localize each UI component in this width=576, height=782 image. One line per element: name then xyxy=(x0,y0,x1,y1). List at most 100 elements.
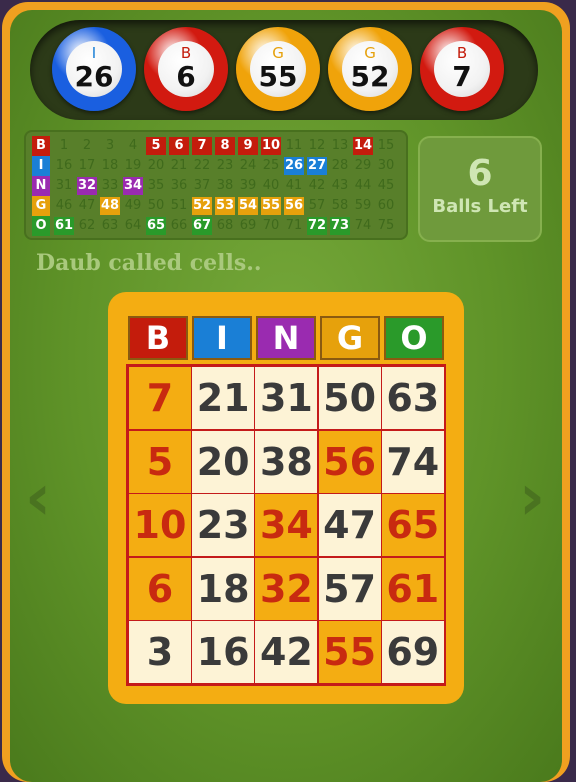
bingo-cell[interactable]: 3 xyxy=(129,621,191,684)
called-number-cell: 6 xyxy=(169,137,189,155)
called-number-cell: 37 xyxy=(193,178,211,193)
called-number-cell: 46 xyxy=(55,198,73,213)
bingo-header-o: O xyxy=(384,316,444,360)
called-number-cell: 74 xyxy=(354,218,372,233)
called-number-cell: 45 xyxy=(377,178,395,193)
bingo-cell[interactable]: 18 xyxy=(192,557,255,620)
bingo-cell[interactable]: 61 xyxy=(381,557,444,620)
bingo-header-i: I xyxy=(192,316,252,360)
called-number-cell: 61 xyxy=(54,217,74,235)
called-number-cell: 63 xyxy=(101,218,119,233)
called-number-cell: 13 xyxy=(331,138,349,153)
called-number-cell: 38 xyxy=(216,178,234,193)
called-row-b: B 1 2 3 4 5 6 7 8 9 10 11 12 13 14 15 xyxy=(32,136,402,156)
bingo-card-grid: 7 21 31 50 63 5 20 38 56 74 10 23 34 47 65 6 18 32 57 61 3 16… xyxy=(126,364,446,686)
bingo-cell[interactable]: 21 xyxy=(192,367,255,429)
bingo-header-g: G xyxy=(320,316,380,360)
called-number-cell: 10 xyxy=(261,137,281,155)
called-number-cell: 7 xyxy=(192,137,212,155)
bingo-cell[interactable]: 7 xyxy=(129,367,191,429)
called-ball: G 55 xyxy=(236,27,320,111)
called-number-cell: 44 xyxy=(354,178,372,193)
bingo-cell[interactable]: 65 xyxy=(381,494,444,557)
called-number-cell: 53 xyxy=(215,197,235,215)
bingo-cell[interactable]: 31 xyxy=(255,367,318,429)
ball-number: 26 xyxy=(74,60,114,93)
called-number-cell: 28 xyxy=(331,158,349,173)
bingo-cell[interactable]: 23 xyxy=(192,494,255,557)
called-number-cell: 4 xyxy=(128,138,138,153)
ball-number: 55 xyxy=(258,60,298,93)
called-number-cell: 32 xyxy=(77,177,97,195)
called-number-cell: 48 xyxy=(100,197,120,215)
ball-face: G 55 xyxy=(250,41,306,97)
called-number-cell: 15 xyxy=(377,138,395,153)
called-row-letter: G xyxy=(32,196,50,216)
called-number-cell: 30 xyxy=(377,158,395,173)
ball-number: 52 xyxy=(350,60,390,93)
called-number-cell: 23 xyxy=(216,158,234,173)
bingo-cell[interactable]: 74 xyxy=(381,430,444,493)
called-number-cell: 12 xyxy=(308,138,326,153)
called-row-g: G 46 47 48 49 50 51 52 53 54 55 56 57 58 59 60 xyxy=(32,196,402,216)
called-number-cell: 47 xyxy=(78,198,96,213)
called-number-cell: 36 xyxy=(170,178,188,193)
called-number-cell: 14 xyxy=(353,137,373,155)
called-number-cell: 69 xyxy=(239,218,257,233)
called-number-cell: 18 xyxy=(101,158,119,173)
bingo-cell[interactable]: 6 xyxy=(129,557,191,620)
bingo-cell[interactable]: 56 xyxy=(318,430,381,493)
called-number-cell: 5 xyxy=(146,137,166,155)
called-row-o: O 61 62 63 64 65 66 67 68 69 70 71 72 73 74 75 xyxy=(32,216,402,236)
ball-number: 7 xyxy=(452,60,472,93)
called-number-cell: 2 xyxy=(82,138,92,153)
next-card-arrow-icon[interactable]: › xyxy=(512,460,552,536)
called-row-n: N 31 32 33 34 35 36 37 38 39 40 41 42 43 44 45 xyxy=(32,176,402,196)
bingo-cell[interactable]: 20 xyxy=(192,430,255,493)
called-row-letter: I xyxy=(32,156,50,176)
called-number-cell: 26 xyxy=(284,157,304,175)
bingo-cell[interactable]: 57 xyxy=(318,557,381,620)
called-number-cell: 41 xyxy=(285,178,303,193)
called-balls-tray: I 26 B 6 G 55 G 52 B 7 xyxy=(30,20,538,120)
bingo-cell[interactable]: 42 xyxy=(255,621,318,684)
called-number-cell: 66 xyxy=(170,218,188,233)
bingo-cell[interactable]: 38 xyxy=(255,430,318,493)
called-row-i: I 16 17 18 19 20 21 22 23 24 25 26 27 28 29 30 xyxy=(32,156,402,176)
ball-face: B6 xyxy=(158,41,214,97)
ball-face: B7 xyxy=(434,41,490,97)
called-number-cell: 24 xyxy=(239,158,257,173)
called-number-cell: 40 xyxy=(262,178,280,193)
ball-number: 6 xyxy=(176,60,196,93)
called-row-letter: N xyxy=(32,176,50,196)
bingo-cell[interactable]: 10 xyxy=(129,494,191,557)
bingo-cell[interactable]: 47 xyxy=(318,494,381,557)
bingo-cell[interactable]: 16 xyxy=(192,621,255,684)
prev-card-arrow-icon[interactable]: ‹ xyxy=(18,460,58,536)
called-number-cell: 11 xyxy=(285,138,303,153)
called-number-cell: 73 xyxy=(330,217,350,235)
called-ball: B6 xyxy=(144,27,228,111)
bingo-cell[interactable]: 5 xyxy=(129,430,191,493)
called-number-cell: 34 xyxy=(123,177,143,195)
called-number-cell: 52 xyxy=(192,197,212,215)
called-row-letter: B xyxy=(32,136,50,156)
ball-face: G 52 xyxy=(342,41,398,97)
bingo-cell[interactable]: 69 xyxy=(381,621,444,684)
called-number-cell: 21 xyxy=(170,158,188,173)
called-ball: G 52 xyxy=(328,27,412,111)
balls-left-label: Balls Left xyxy=(432,196,528,217)
bingo-cell[interactable]: 34 xyxy=(255,494,318,557)
bingo-cell[interactable]: 50 xyxy=(318,367,381,429)
called-number-cell: 56 xyxy=(284,197,304,215)
called-number-cell: 22 xyxy=(193,158,211,173)
called-number-cell: 65 xyxy=(146,217,166,235)
called-number-cell: 54 xyxy=(238,197,258,215)
bingo-cell[interactable]: 32 xyxy=(255,557,318,620)
called-number-cell: 50 xyxy=(147,198,165,213)
called-number-cell: 33 xyxy=(101,178,119,193)
bingo-cell[interactable]: 55 xyxy=(318,621,381,684)
called-number-cell: 64 xyxy=(124,218,142,233)
called-number-cell: 75 xyxy=(377,218,395,233)
bingo-cell[interactable]: 63 xyxy=(381,367,444,429)
